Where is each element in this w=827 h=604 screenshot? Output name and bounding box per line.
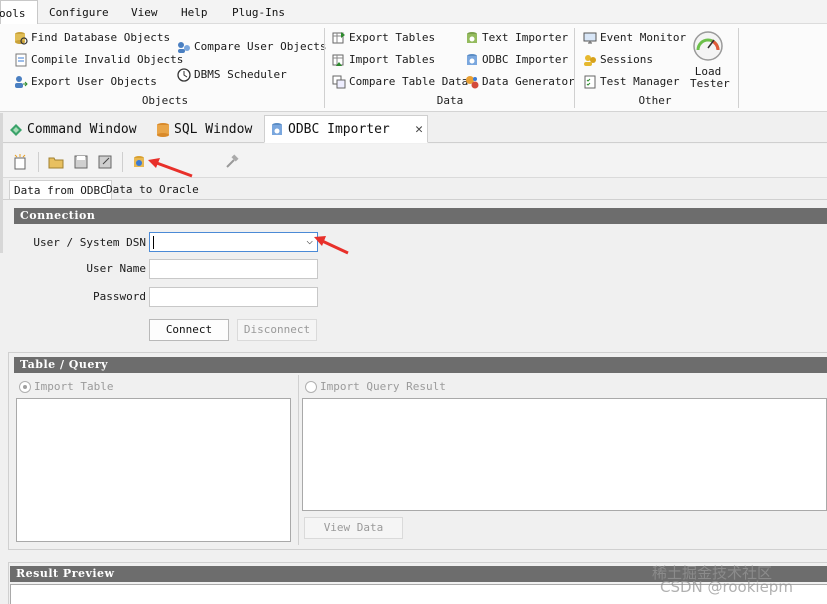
ribbon-separator <box>324 28 325 108</box>
data-generator-icon <box>465 75 479 89</box>
sessions-icon <box>583 53 597 67</box>
export-user-objects-button[interactable]: Export User Objects <box>14 73 157 91</box>
dsn-select[interactable]: ⌵ <box>149 232 318 252</box>
save-icon[interactable] <box>73 154 89 170</box>
group-label-objects: Objects <box>141 94 189 107</box>
menu-configure[interactable]: Configure <box>49 0 109 24</box>
ribbon-separator <box>738 28 739 108</box>
menu-bar: ools Configure View Help Plug-Ins <box>0 0 827 24</box>
new-icon[interactable] <box>12 154 28 170</box>
password-label: Password <box>93 290 146 303</box>
odbc-import-icon <box>465 53 479 67</box>
import-table-radio[interactable]: Import Table <box>19 380 113 393</box>
group-label-data: Data <box>436 94 464 107</box>
ribbon-separator <box>574 28 575 108</box>
username-field[interactable] <box>149 259 318 279</box>
text-caret <box>153 236 154 249</box>
table-list[interactable] <box>16 398 291 542</box>
compare-table-data-button[interactable]: Compare Table Data <box>332 73 468 91</box>
tab-odbc-importer[interactable]: ODBC Importer ✕ <box>264 115 428 143</box>
dsn-label: User / System DSN <box>33 236 146 249</box>
query-editor[interactable] <box>302 398 827 511</box>
load-tester-label-2: Tester <box>690 77 730 90</box>
table-query-header: Table / Query <box>14 357 827 373</box>
table-export-icon <box>332 31 346 45</box>
radio-dot <box>305 380 317 393</box>
menu-plugins[interactable]: Plug-Ins <box>232 0 285 24</box>
odbc-importer-button[interactable]: ODBC Importer <box>465 51 568 69</box>
odbc-importer-tab-icon <box>269 122 283 136</box>
tab-data-to-oracle[interactable]: Data to Oracle <box>104 180 201 200</box>
view-data-button[interactable]: View Data <box>304 517 403 539</box>
importer-toolbar <box>0 144 827 178</box>
sessions-button[interactable]: Sessions <box>583 51 653 69</box>
import-query-result-radio[interactable]: Import Query Result <box>305 380 446 393</box>
connection-header: Connection <box>14 208 827 224</box>
data-generator-button[interactable]: Data Generator <box>465 73 575 91</box>
test-manager-button[interactable]: Test Manager <box>583 73 679 91</box>
database-search-icon <box>14 31 28 45</box>
tab-sql-window[interactable]: SQL Window <box>151 115 256 143</box>
toolbar-separator <box>122 152 123 172</box>
menu-tools[interactable]: ools <box>0 0 38 24</box>
tools-hammer-icon[interactable] <box>224 154 240 170</box>
compile-icon <box>14 53 28 67</box>
tab-command-window[interactable]: Command Window <box>4 115 141 143</box>
text-importer-button[interactable]: Text Importer <box>465 29 568 47</box>
document-tab-strip: Command Window SQL Window ODBC Importer … <box>0 113 827 143</box>
connect-button[interactable]: Connect <box>149 319 229 341</box>
annotation-arrow <box>314 236 349 255</box>
radio-dot <box>19 380 31 393</box>
left-dock-edge <box>0 113 3 253</box>
save-as-icon[interactable] <box>97 154 113 170</box>
find-db-objects-button[interactable]: Find Database Objects <box>14 29 170 47</box>
users-export-icon <box>14 75 28 89</box>
ribbon: Find Database Objects Compile Invalid Ob… <box>0 24 827 112</box>
disconnect-button[interactable]: Disconnect <box>237 319 317 341</box>
monitor-icon <box>583 31 597 45</box>
toolbar-separator <box>38 152 39 172</box>
username-label: User Name <box>86 262 146 275</box>
tab-data-from-odbc[interactable]: Data from ODBC <box>9 180 112 200</box>
tab-divider <box>0 199 827 200</box>
export-tables-button[interactable]: Export Tables <box>332 29 435 47</box>
open-folder-icon[interactable] <box>48 154 64 170</box>
group-label-other: Other <box>638 94 672 107</box>
command-window-icon <box>8 122 22 136</box>
sql-window-icon <box>155 122 169 137</box>
run-import-icon[interactable] <box>131 154 147 170</box>
table-compare-icon <box>332 75 346 89</box>
compare-user-objects-button[interactable]: Compare User Objects <box>177 38 326 56</box>
import-tables-button[interactable]: Import Tables <box>332 51 435 69</box>
checklist-icon <box>583 75 597 89</box>
menu-help[interactable]: Help <box>181 0 208 24</box>
event-monitor-button[interactable]: Event Monitor <box>583 29 686 47</box>
close-tab-icon[interactable]: ✕ <box>415 122 423 137</box>
watermark-text: CSDN @rookiepm <box>660 578 793 596</box>
annotation-arrow <box>148 158 193 178</box>
compile-invalid-button[interactable]: Compile Invalid Objects <box>14 51 183 69</box>
panel-divider <box>298 375 299 545</box>
password-field[interactable] <box>149 287 318 307</box>
menu-view[interactable]: View <box>131 0 158 24</box>
dbms-scheduler-button[interactable]: DBMS Scheduler <box>177 66 287 84</box>
load-tester-button[interactable]: Load Tester <box>690 30 730 90</box>
clock-icon <box>177 68 191 82</box>
gauge-icon <box>692 30 724 62</box>
text-import-icon <box>465 31 479 45</box>
users-compare-icon <box>177 40 191 54</box>
table-import-icon <box>332 53 346 67</box>
